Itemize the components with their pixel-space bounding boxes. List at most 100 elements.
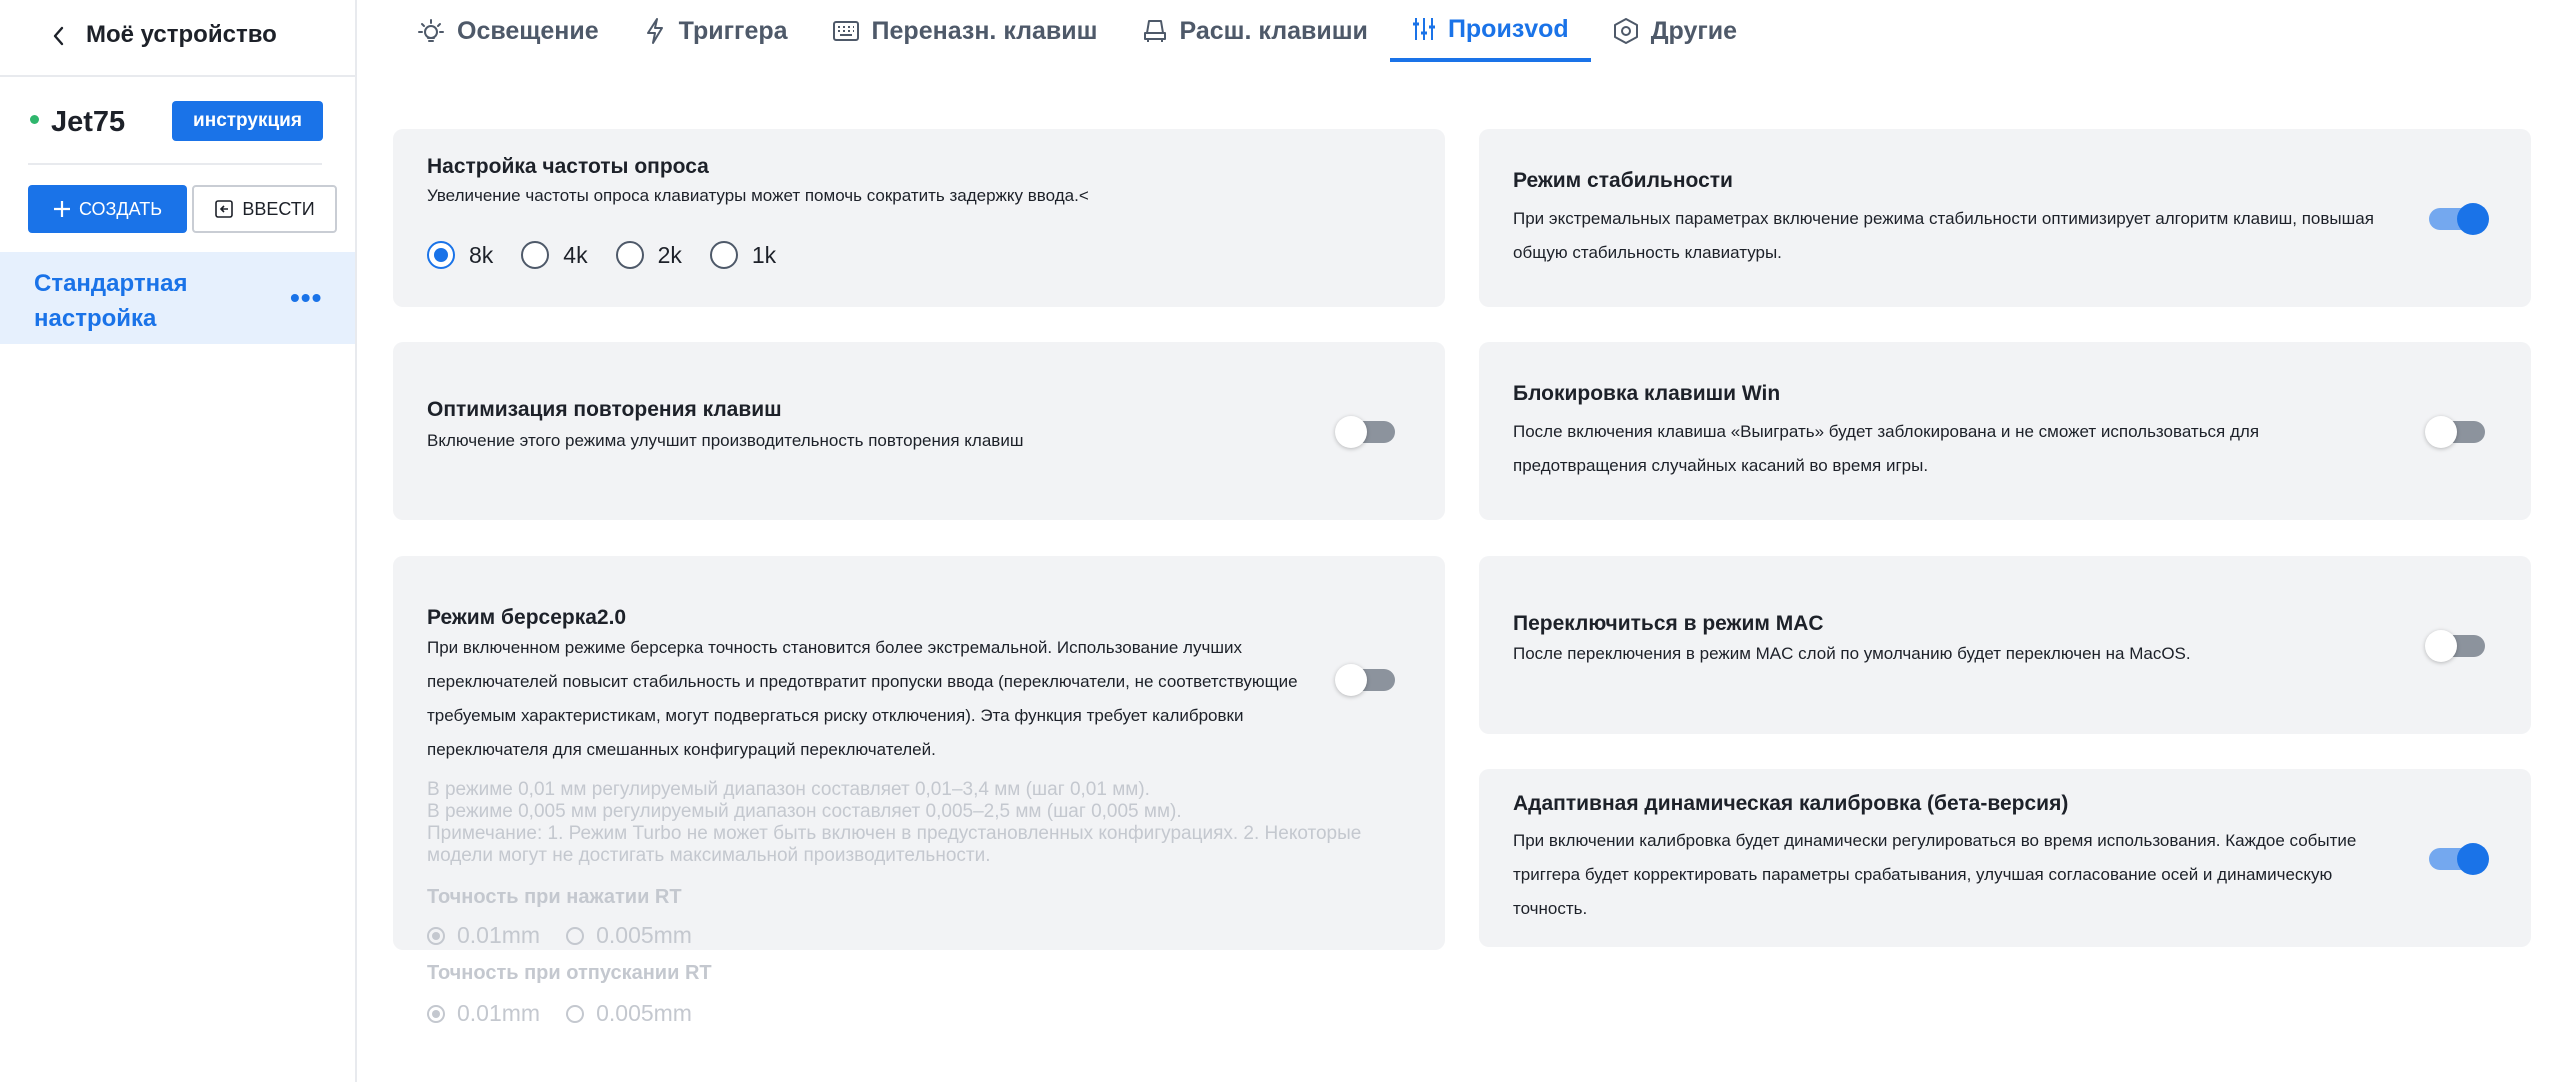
- tab-other[interactable]: Другие: [1591, 0, 1759, 62]
- tab-triggers-label: Триггера: [678, 16, 788, 45]
- profile-item-standard[interactable]: Стандартная настройка •••: [0, 252, 355, 344]
- toggle-knob: [1335, 664, 1367, 696]
- profile-more-button[interactable]: •••: [290, 282, 322, 314]
- polling-option-8k[interactable]: 8k: [427, 241, 493, 269]
- mac-mode-toggle[interactable]: [2425, 630, 2485, 662]
- win-lock-toggle[interactable]: [2425, 416, 2485, 448]
- rt-press-option-0005[interactable]: 0.005mm: [566, 922, 692, 949]
- key-repeat-card: Оптимизация повторения клавиш Включение …: [393, 342, 1445, 520]
- sidebar-divider: [28, 163, 322, 165]
- sliders-icon: [1412, 18, 1435, 40]
- radio-icon: [566, 1004, 585, 1023]
- rt-release-label: Точность при отпускании RT: [427, 962, 712, 984]
- berserk-card: Режим берсерка2.0 При включенном режиме …: [393, 556, 1445, 950]
- sidebar-header: Моё устройство: [0, 0, 355, 77]
- polling-rate-title: Настройка частоты опроса: [427, 155, 709, 178]
- toggle-knob: [1335, 416, 1367, 448]
- create-profile-label: СОЗДАТЬ: [78, 198, 163, 219]
- rt-press-label: Точность при нажатии RT: [427, 886, 682, 908]
- mac-mode-card: Переключиться в режим MAC После переключ…: [1479, 556, 2531, 734]
- back-button[interactable]: [46, 22, 70, 50]
- rt-press-option-label: 0.005mm: [596, 922, 692, 948]
- berserk-note-2: В режиме 0,005 мм регулируемый диапазон …: [427, 801, 1182, 822]
- radio-icon: [521, 241, 550, 269]
- key-repeat-desc: Включение этого режима улучшит производи…: [427, 431, 1024, 450]
- mac-mode-desc: После переключения в режим MAC слой по у…: [1513, 644, 2191, 663]
- import-icon: [215, 200, 234, 218]
- toggle-knob: [2425, 630, 2457, 662]
- win-lock-card: Блокировка клавиши Win После включения к…: [1479, 342, 2531, 520]
- plus-icon: [53, 201, 70, 217]
- polling-rate-options: 8k 4k 2k 1k: [427, 241, 776, 269]
- polling-option-label: 2k: [657, 241, 682, 268]
- rt-release-option-label: 0.01mm: [457, 1000, 541, 1026]
- polling-option-2k[interactable]: 2k: [615, 241, 682, 269]
- polling-option-label: 1k: [751, 241, 777, 268]
- polling-option-label: 4k: [563, 241, 588, 268]
- adaptive-calibration-desc-1: При включении калибровка будет динамичес…: [1513, 831, 2357, 850]
- stability-toggle[interactable]: [2429, 203, 2489, 235]
- radio-checked-icon: [427, 1004, 445, 1023]
- toggle-knob: [2457, 843, 2489, 875]
- key-repeat-title: Оптимизация повторения клавиш: [427, 398, 782, 421]
- berserk-desc-2: переключателей повысит стабильность и пр…: [427, 672, 1298, 691]
- rt-press-options: 0.01mm 0.005mm: [427, 922, 692, 949]
- tab-performance[interactable]: Произvod: [1389, 0, 1591, 62]
- stability-desc-2: общую стабильность клавиатуры.: [1513, 243, 1782, 262]
- sidebar: Моё устройство Jet75 инструкция СОЗДАТЬ …: [0, 0, 357, 1082]
- toggle-knob: [2425, 416, 2457, 448]
- rt-press-option-label: 0.01mm: [457, 922, 541, 948]
- radio-checked-icon: [427, 241, 455, 269]
- mac-mode-title: Переключиться в режим MAC: [1513, 612, 1824, 635]
- berserk-note-1: В режиме 0,01 мм регулируемый диапазон с…: [427, 779, 1150, 800]
- rt-press-option-001[interactable]: 0.01mm: [427, 922, 540, 949]
- create-profile-button[interactable]: СОЗДАТЬ: [28, 185, 187, 233]
- berserk-desc-4: переключателя для смешанных конфигураций…: [427, 740, 936, 759]
- polling-option-4k[interactable]: 4k: [521, 241, 588, 269]
- instruction-button[interactable]: инструкция: [172, 101, 323, 141]
- key-repeat-toggle[interactable]: [1335, 416, 1395, 448]
- stability-desc-1: При экстремальных параметрах включение р…: [1513, 209, 2374, 228]
- adaptive-calibration-title: Адаптивная динамическая калибровка (бета…: [1513, 792, 2069, 815]
- bulb-icon: [418, 19, 444, 42]
- tab-lighting[interactable]: Освещение: [395, 0, 621, 62]
- tab-remap[interactable]: Переназн. клавиш: [810, 0, 1120, 62]
- rt-release-options: 0.01mm 0.005mm: [427, 1000, 692, 1027]
- tab-advanced-keys-label: Расш. клавиши: [1179, 16, 1368, 45]
- import-profile-button[interactable]: ВВЕСТИ: [192, 185, 337, 233]
- rt-release-option-0005[interactable]: 0.005mm: [566, 1000, 692, 1027]
- seat-icon: [1143, 20, 1166, 42]
- profile-name: Стандартная настройка: [34, 270, 188, 332]
- radio-icon: [615, 241, 644, 269]
- tab-other-label: Другие: [1650, 16, 1738, 45]
- radio-checked-icon: [427, 926, 445, 945]
- berserk-note-4: модели могут не достигать максимальной п…: [427, 845, 991, 866]
- berserk-desc-1: При включенном режиме берсерка точность …: [427, 638, 1242, 657]
- win-lock-desc-1: После включения клавиша «Выиграть» будет…: [1513, 422, 2260, 441]
- rt-release-option-label: 0.005mm: [596, 1000, 692, 1026]
- chevron-left-icon: [53, 26, 64, 46]
- tab-advanced-keys[interactable]: Расш. клавиши: [1120, 0, 1390, 62]
- device-status-dot: [30, 115, 39, 124]
- berserk-title: Режим берсерка2.0: [427, 606, 627, 629]
- sidebar-title: Моё устройство: [86, 21, 277, 48]
- radio-icon: [566, 926, 585, 945]
- tab-lighting-label: Освещение: [457, 16, 599, 45]
- berserk-toggle[interactable]: [1335, 664, 1395, 696]
- hexagon-settings-icon: [1613, 18, 1638, 44]
- berserk-desc-3: требуемым характеристикам, могут подверг…: [427, 706, 1244, 725]
- polling-rate-desc: Увеличение частоты опроса клавиатуры мож…: [427, 186, 1089, 205]
- adaptive-calibration-toggle[interactable]: [2429, 843, 2489, 875]
- import-profile-label: ВВЕСТИ: [242, 198, 315, 219]
- lightning-icon: [646, 18, 663, 44]
- tab-triggers[interactable]: Триггера: [621, 0, 810, 62]
- device-name: Jet75: [51, 106, 126, 138]
- stability-card: Режим стабильности При экстремальных пар…: [1479, 129, 2531, 307]
- rt-release-option-001[interactable]: 0.01mm: [427, 1000, 540, 1027]
- polling-option-label: 8k: [469, 241, 494, 268]
- polling-rate-card: Настройка частоты опроса Увеличение част…: [393, 129, 1445, 307]
- tab-performance-label: Произvod: [1447, 14, 1569, 43]
- polling-option-1k[interactable]: 1k: [709, 241, 777, 269]
- radio-icon: [709, 241, 738, 269]
- tab-remap-label: Переназн. клавиш: [871, 16, 1098, 45]
